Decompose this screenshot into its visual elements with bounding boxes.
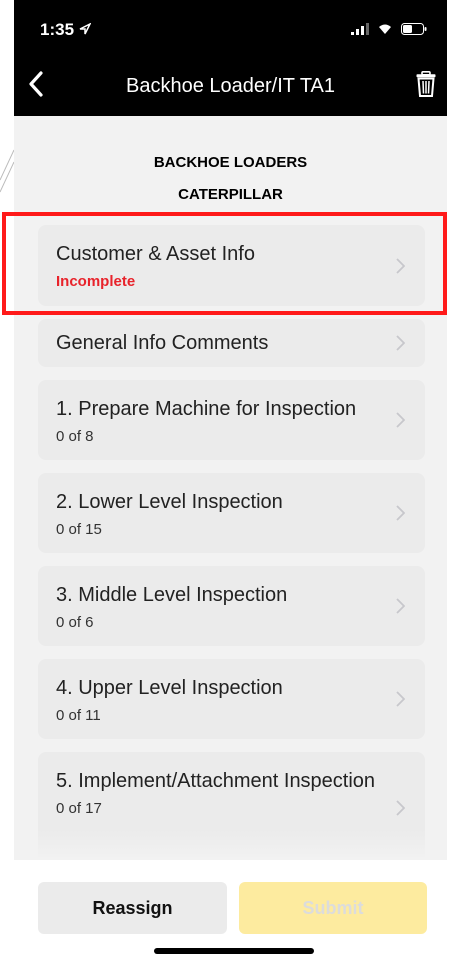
- chevron-right-icon: [396, 691, 405, 707]
- progress-count: 0 of 6: [56, 614, 94, 631]
- home-indicator[interactable]: [154, 948, 314, 954]
- status-time-text: 1:35: [40, 20, 75, 39]
- machine-brand: CATERPILLAR: [178, 186, 283, 203]
- location-arrow-icon: [79, 20, 92, 39]
- machine-type: BACKHOE LOADERS: [153, 154, 308, 171]
- chevron-right-icon: [396, 505, 405, 521]
- machine-header: BACKHOE LOADERS CATERPILLAR: [14, 116, 447, 222]
- section-title: Customer & Asset Info: [56, 243, 255, 265]
- section-general-info-comments[interactable]: General Info Comments: [38, 319, 425, 367]
- wifi-icon: [377, 22, 393, 40]
- status-time: 1:35: [40, 20, 92, 40]
- status-text: Incomplete: [56, 273, 136, 290]
- edge-decoration: [0, 149, 14, 193]
- progress-count: 0 of 11: [56, 707, 101, 724]
- signal-icon: [351, 22, 369, 40]
- bottom-action-bar: Reassign Submit: [14, 860, 447, 960]
- nav-bar: Backhoe Loader/IT TA1: [14, 56, 447, 116]
- chevron-right-icon: [396, 800, 405, 816]
- page-title: Backhoe Loader/IT TA1: [125, 75, 336, 97]
- status-icons: [351, 22, 427, 40]
- section-prepare-machine[interactable]: 1. Prepare Machine for Inspection 0 of 8: [38, 380, 425, 460]
- chevron-right-icon: [396, 598, 405, 614]
- section-lower-level[interactable]: 2. Lower Level Inspection 0 of 15: [38, 473, 425, 553]
- section-title: 4. Upper Level Inspection: [56, 677, 283, 699]
- section-upper-level[interactable]: 4. Upper Level Inspection 0 of 11: [38, 659, 425, 739]
- progress-count: 0 of 15: [56, 521, 102, 538]
- progress-count: 0 of 17: [56, 800, 102, 817]
- reassign-button[interactable]: Reassign: [38, 882, 227, 934]
- section-middle-level[interactable]: 3. Middle Level Inspection 0 of 6: [38, 566, 425, 646]
- trash-icon: [416, 71, 436, 97]
- chevron-right-icon: [396, 335, 405, 351]
- chevron-right-icon: [396, 412, 405, 428]
- section-title: 3. Middle Level Inspection: [56, 584, 288, 606]
- section-title: General Info Comments: [56, 332, 269, 354]
- section-title: 2. Lower Level Inspection: [56, 491, 283, 513]
- battery-icon: [401, 22, 427, 40]
- section-customer-asset-info[interactable]: Customer & Asset Info Incomplete: [38, 225, 425, 306]
- status-bar: 1:35: [14, 0, 447, 56]
- section-title: 5. Implement/Attachment Inspection: [56, 770, 376, 792]
- delete-button[interactable]: [413, 68, 439, 100]
- section-list: Customer & Asset Info Incomplete General…: [38, 225, 425, 864]
- app-screen: 1:35 Backhoe Loader/IT TA1 BACKHOE LOADE…: [14, 0, 447, 960]
- chevron-right-icon: [396, 257, 405, 274]
- back-button[interactable]: [22, 68, 50, 100]
- submit-button[interactable]: Submit: [239, 882, 427, 934]
- progress-count: 0 of 8: [56, 428, 94, 445]
- section-title: 1. Prepare Machine for Inspection: [56, 398, 357, 420]
- phone-frame: 1:35 Backhoe Loader/IT TA1 BACKHOE LOADE…: [0, 0, 449, 960]
- chevron-left-icon: [29, 71, 43, 97]
- list-fade: [14, 830, 447, 860]
